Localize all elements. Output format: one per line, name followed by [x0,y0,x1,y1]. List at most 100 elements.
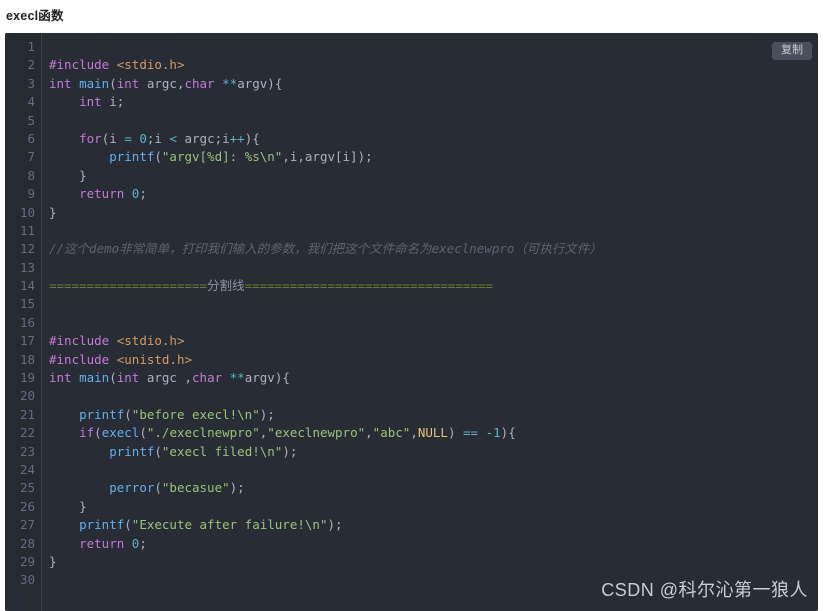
line-number: 21 [19,406,35,422]
code-line[interactable] [49,387,818,405]
code-line[interactable]: #include <unistd.h> [49,351,818,369]
code-token: ** [222,75,238,91]
code-line[interactable] [49,222,818,240]
code-line[interactable]: printf("before execl!\n"); [49,406,818,424]
code-line[interactable] [49,461,818,479]
line-number: 25 [19,480,35,496]
code-token: ( [139,425,147,441]
line-number-gutter: 1 2 3 4 5 6 7 8 9 10 11 12 13 14 15 16 17 18 19 20 21 22 23 24 2… [5,33,42,611]
line-number: 16 [19,314,35,330]
code-token: ; [139,535,147,551]
code-token: ); [282,443,298,459]
code-line[interactable]: int main(int argc ,char **argv){ [49,369,818,387]
code-line[interactable]: int main(int argc,char **argv){ [49,75,818,93]
code-line[interactable]: } [49,204,818,222]
code-token: "abc" [372,425,411,441]
copy-button[interactable]: 复制 [772,42,812,60]
code-line[interactable] [49,38,818,56]
line-number: 29 [19,553,35,569]
code-token: ;i [146,130,170,146]
code-line[interactable] [49,314,818,332]
code-line[interactable]: =====================分割线================… [49,277,818,295]
code-line[interactable]: printf("argv[%d]: %s\n",i,argv[i]); [49,148,818,166]
line-number: 13 [19,259,35,275]
code-token: ================================= [244,278,493,294]
code-token: if [79,425,95,441]
code-token: ); [259,406,275,422]
code-token: "Execute after failure!\n" [131,517,328,533]
code-token: ** [229,370,245,386]
line-number: 5 [27,112,35,128]
line-number: 12 [19,241,35,257]
code-line[interactable]: } [49,498,818,516]
code-line[interactable]: printf("Execute after failure!\n"); [49,516,818,534]
line-number: 20 [19,388,35,404]
line-number: 8 [27,167,35,183]
code-line[interactable]: for(i = 0;i < argc;i++){ [49,130,818,148]
code-line[interactable]: } [49,167,818,185]
code-line[interactable]: return 0; [49,535,818,553]
line-number: 19 [19,370,35,386]
code-line[interactable]: perror("becasue"); [49,479,818,497]
line-number: 22 [19,425,35,441]
line-number: 24 [19,461,35,477]
code-line[interactable]: } [49,553,818,571]
code-line[interactable] [49,259,818,277]
code-token: int [49,75,72,91]
code-token: ; [139,186,147,202]
code-token: argc;i [176,130,230,146]
code-token: < [169,130,177,146]
code-token: } [49,498,87,514]
code-token: "argv[%d]: %s\n" [161,149,283,165]
code-token: printf [109,149,155,165]
code-token: NULL [417,425,448,441]
code-token: ++ [229,130,245,146]
line-number: 6 [27,130,35,146]
code-token: } [49,204,57,220]
code-line[interactable] [49,295,818,313]
code-line[interactable]: printf("execl filed!\n"); [49,443,818,461]
code-token: argc, [139,75,185,91]
code-token: ){ [244,130,260,146]
line-number: 3 [27,75,35,91]
code-token: printf [109,443,155,459]
code-line[interactable] [49,112,818,130]
code-content[interactable]: #include <stdio.h> int main(int argc,char… [42,33,818,611]
code-token: argv){ [244,370,290,386]
code-token: //这个demo非常简单，打印我们输入的参数，我们把这个文件命名为execlne… [49,241,602,257]
line-number: 4 [27,94,35,110]
code-token: "before execl!\n" [131,406,260,422]
code-token: ( [124,517,132,533]
code-token: main [79,75,110,91]
code-token: for [79,130,102,146]
code-token: ( [124,406,132,422]
page-title: execl函数 [6,9,64,23]
code-line[interactable]: //这个demo非常简单，打印我们输入的参数，我们把这个文件命名为execlne… [49,240,818,258]
code-token: ( [109,75,117,91]
code-line[interactable]: int i; [49,93,818,111]
code-token: main [79,370,110,386]
line-number: 30 [19,572,35,588]
code-token: ); [327,517,343,533]
code-line[interactable]: #include <stdio.h> [49,56,818,74]
code-token: int [79,94,102,110]
code-scroll-area[interactable]: 1 2 3 4 5 6 7 8 9 10 11 12 13 14 15 16 17 18 19 20 21 22 23 24 2… [5,33,818,611]
code-token: 0 [139,130,147,146]
code-token: , [365,425,373,441]
code-line[interactable]: #include <stdio.h> [49,332,818,350]
line-number: 7 [27,149,35,165]
code-line[interactable]: return 0; [49,185,818,203]
code-token: int [116,370,140,386]
code-line[interactable]: if(execl("./execlnewpro","execlnewpro","… [49,424,818,442]
